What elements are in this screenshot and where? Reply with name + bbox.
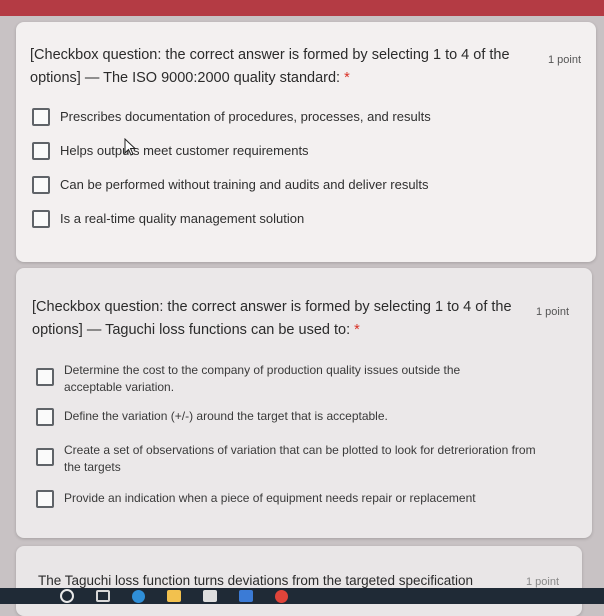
- checkbox[interactable]: [32, 210, 50, 228]
- checkbox[interactable]: [32, 142, 50, 160]
- form-header-strip: [0, 0, 604, 16]
- option-label: Create a set of observations of variatio…: [64, 443, 536, 474]
- question-text: [Checkbox question: the correct answer i…: [32, 299, 512, 338]
- points-label: 1 point: [526, 576, 560, 588]
- checkbox[interactable]: [36, 368, 54, 386]
- os-taskbar: [0, 588, 604, 604]
- option-checkbox-1[interactable]: Prescribes documentation of procedures, …: [32, 108, 431, 126]
- option-checkbox-2[interactable]: Helps outputs meet customer requirements: [32, 142, 309, 160]
- checkbox[interactable]: [36, 448, 54, 466]
- edge-browser-icon[interactable]: [132, 589, 145, 603]
- option-label: Provide an indication when a piece of eq…: [64, 491, 476, 505]
- points-label: 1 point: [536, 306, 570, 318]
- checkbox[interactable]: [36, 490, 54, 508]
- option-label: Determine the cost to the company of pro…: [64, 363, 461, 394]
- checkbox[interactable]: [32, 108, 50, 126]
- question-card-3: The Taguchi loss function turns deviatio…: [16, 546, 582, 616]
- checkbox[interactable]: [32, 176, 50, 194]
- mouse-cursor-icon: [124, 138, 136, 156]
- option-label: Is a real-time quality management soluti…: [60, 211, 305, 226]
- option-checkbox-1[interactable]: Determine the cost to the company of pro…: [36, 362, 536, 396]
- option-label: Helps outputs meet customer requirements: [60, 143, 309, 158]
- chrome-icon[interactable]: [275, 589, 288, 603]
- question-text: [Checkbox question: the correct answer i…: [30, 47, 510, 86]
- question-title: [Checkbox question: the correct answer i…: [32, 296, 522, 342]
- question-card-1: [Checkbox question: the correct answer i…: [16, 22, 596, 262]
- option-label: Define the variation (+/-) around the ta…: [64, 409, 388, 423]
- option-checkbox-4[interactable]: Provide an indication when a piece of eq…: [36, 490, 476, 508]
- option-checkbox-2[interactable]: Define the variation (+/-) around the ta…: [36, 408, 388, 426]
- option-label: Can be performed without training and au…: [60, 177, 429, 192]
- search-icon[interactable]: [60, 589, 74, 603]
- mail-icon[interactable]: [239, 590, 253, 602]
- question-title: [Checkbox question: the correct answer i…: [30, 44, 530, 90]
- option-checkbox-3[interactable]: Create a set of observations of variatio…: [36, 442, 576, 476]
- option-checkbox-3[interactable]: Can be performed without training and au…: [32, 176, 429, 194]
- checkbox[interactable]: [36, 408, 54, 426]
- store-icon[interactable]: [203, 590, 217, 602]
- points-label: 1 point: [548, 54, 582, 66]
- option-checkbox-4[interactable]: Is a real-time quality management soluti…: [32, 210, 304, 228]
- required-marker: *: [354, 322, 360, 338]
- required-marker: *: [344, 70, 350, 86]
- option-label: Prescribes documentation of procedures, …: [60, 109, 431, 124]
- question-card-2: [Checkbox question: the correct answer i…: [16, 268, 592, 538]
- file-explorer-icon[interactable]: [167, 590, 181, 602]
- task-view-icon[interactable]: [96, 590, 110, 602]
